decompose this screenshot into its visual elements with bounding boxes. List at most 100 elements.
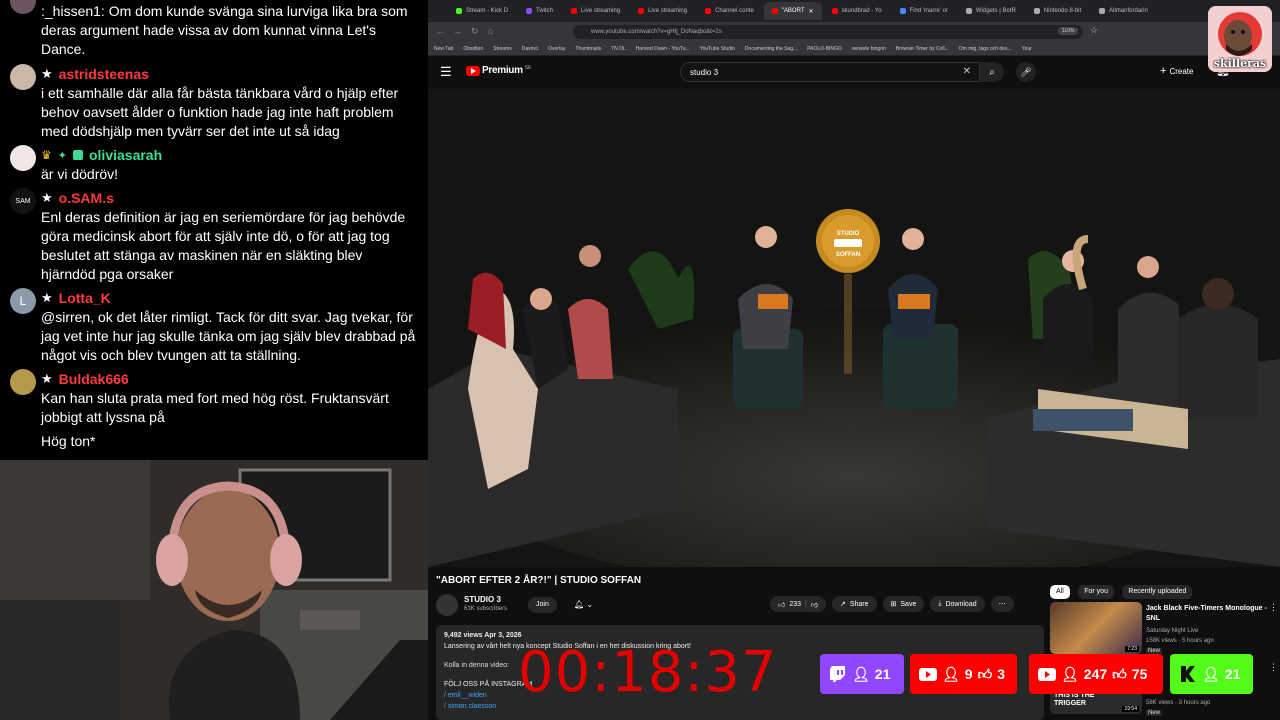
bookmark-item[interactable]: TN DL [611, 46, 625, 52]
channel-badge-name: skilleras [1213, 57, 1267, 70]
bookmark-item[interactable]: Browser Timer by Coll... [896, 46, 949, 52]
video-player[interactable]: STUDIO SOFFAN [428, 89, 1280, 567]
recommendation-item[interactable]: 7:23 Jack Black Five-Timers Monologue - … [1050, 602, 1278, 658]
subscribe-bell-button[interactable]: 🔔︎ ⌄ [566, 597, 601, 613]
webcam-feed [0, 460, 428, 720]
youtube-icon [638, 8, 645, 14]
chat-username[interactable]: o.SAM.s [59, 190, 114, 206]
bookmark-item[interactable]: senaste bingon [852, 46, 886, 52]
menu-icon[interactable]: ☰ [440, 64, 452, 80]
browser-tab-active[interactable]: "ABORT ✕ [763, 2, 822, 20]
bookmark-item[interactable]: Overlay [548, 46, 565, 52]
video-thumbnail: 7:23 [1050, 602, 1142, 654]
browser-tab[interactable]: Widgets | BotR [958, 2, 1024, 20]
youtube-logo[interactable]: Premium SE [466, 65, 531, 76]
browser-tab[interactable]: Channel conte [697, 2, 762, 20]
browser-tab[interactable]: skundbrad - Yo [824, 2, 890, 20]
chat-message-text: Kan han sluta prata med fort med hög rös… [41, 390, 389, 425]
more-icon: ⋯ [998, 601, 1006, 608]
bookmark-item[interactable]: Obsidian [463, 46, 483, 52]
chip-for-you[interactable]: For you [1078, 585, 1114, 599]
youtube-viewer-count: 👤︎ 9 👍︎ 3 [910, 654, 1017, 694]
home-icon[interactable]: ⌂ [488, 26, 493, 36]
browser-window: Stream - Kick D Twitch Live streaming Li… [428, 0, 1280, 720]
star-icon: ★ [41, 190, 53, 205]
browser-tab[interactable]: Find 'marre' or [892, 2, 956, 20]
chat-username[interactable]: Lotta_K [59, 290, 111, 306]
reload-icon[interactable]: ↻ [471, 26, 479, 37]
person-icon: 👤︎ [852, 665, 870, 682]
sparkle-icon: ✦ [57, 149, 67, 162]
studio-sign-top: STUDIO [837, 231, 860, 237]
join-button[interactable]: Join [528, 597, 557, 613]
person-icon: 👤︎ [942, 665, 960, 682]
more-vert-icon[interactable]: ⋮ [1269, 662, 1278, 673]
url-field[interactable]: www.youtube.com/watch?v=gHtj_DoNaqbo&t=2… [573, 25, 1083, 39]
chat-message: ★ astridsteenas i ett samhälle där alla f… [10, 64, 420, 141]
bookmark-item[interactable]: New Tab [434, 46, 453, 52]
share-button[interactable]: ↗ Share [831, 596, 877, 612]
twitch-viewer-count: 👤︎ 21 [820, 654, 904, 694]
youtube-icon [1038, 667, 1056, 681]
search-input[interactable]: studio 3 ✕ [680, 62, 980, 82]
save-icon: ⊞ [890, 601, 897, 608]
user-avatar [10, 369, 36, 395]
bookmark-item[interactable]: Thumbnails [575, 46, 601, 52]
bookmark-item[interactable]: Davinci [522, 46, 538, 52]
bookmark-item[interactable]: YouTube Studio [700, 46, 735, 52]
chat-message: ♛ ✦ oliviasarah är vi dödröv! [10, 145, 420, 184]
back-icon[interactable]: ← [436, 26, 445, 36]
video-frame: STUDIO SOFFAN [428, 89, 1280, 567]
user-avatar: L [10, 288, 36, 314]
webcam-scene [0, 460, 428, 720]
tab-bar: Stream - Kick D Twitch Live streaming Li… [428, 0, 1280, 22]
chat-message-text: :_hissen1: Om dom kunde svänga sina lurv… [41, 3, 408, 57]
save-button[interactable]: ⊞ Save [882, 596, 925, 612]
bookmark-item[interactable]: PAOLO-BINGO [807, 46, 842, 52]
zoom-badge[interactable]: 110% [1058, 27, 1079, 35]
forward-icon[interactable]: → [453, 26, 462, 36]
chat-message: L ★ Lotta_K @sirren, ok det låter rimligt… [10, 288, 420, 365]
browser-tab[interactable]: Twitch [518, 2, 561, 20]
more-actions-button[interactable]: ⋯ [990, 596, 1014, 612]
video-title: "ABORT EFTER 2 ÅR?!" | STUDIO SOFFAN [436, 575, 642, 586]
plus-icon: + [1160, 65, 1167, 77]
search-button[interactable]: ⌕ [980, 62, 1004, 82]
bookmark-item[interactable]: Om mig, tags och des... [959, 46, 1012, 52]
bookmark-item[interactable]: Streams [493, 46, 512, 52]
chat-username[interactable]: Buldak666 [59, 371, 129, 387]
clear-search-icon[interactable]: ✕ [963, 66, 971, 77]
bookmark-star-icon[interactable]: ☆ [1090, 25, 1098, 36]
youtube-icon [705, 8, 712, 14]
browser-tab[interactable]: Live streaming [630, 2, 695, 20]
recommendation-title: Jack Black Five-Timers Monologue - SNL [1146, 605, 1267, 622]
globe-icon [899, 8, 906, 14]
chat-username[interactable]: astridsteenas [59, 66, 149, 82]
chat-message: :_hissen1: Om dom kunde svänga sina lurv… [10, 0, 420, 59]
chip-recently-uploaded[interactable]: Recently uploaded [1122, 585, 1193, 599]
download-button[interactable]: ⤓ Download [930, 596, 985, 612]
browser-tab[interactable]: Nintendo 8-bit [1026, 2, 1089, 20]
browser-tab[interactable]: Allmanfordarin [1091, 2, 1156, 20]
microphone-icon[interactable]: 🎤︎ [1016, 62, 1036, 82]
channel-name[interactable]: STUDIO 3 [464, 595, 501, 604]
bookmark-item[interactable]: Documenting the Sag... [745, 46, 797, 52]
globe-icon [965, 8, 972, 14]
browser-tab[interactable]: Live streaming [563, 2, 628, 20]
filter-chips: All For you Recently uploaded [1050, 580, 1280, 599]
create-button[interactable]: + Create [1160, 65, 1193, 77]
browser-tab[interactable]: Stream - Kick D [448, 2, 516, 20]
recommendation-meta: 58K views · 3 hours ago [1146, 700, 1211, 706]
youtube-icon [571, 8, 578, 14]
channel-avatar[interactable] [436, 594, 458, 616]
user-avatar: SAM [10, 188, 36, 214]
close-icon[interactable]: ✕ [809, 8, 814, 15]
chat-username[interactable]: oliviasarah [89, 147, 162, 163]
twitch-icon [526, 8, 533, 14]
like-button[interactable]: 👍︎ 233 | 👎︎ [770, 596, 826, 612]
bookmark-item[interactable]: Your [1022, 46, 1032, 52]
more-vert-icon[interactable]: ⋮ [1269, 602, 1278, 613]
chip-all[interactable]: All [1050, 585, 1070, 599]
bookmark-item[interactable]: Harvest Dawn - YouTu... [636, 46, 690, 52]
thumbs-down-icon[interactable]: 👎︎ [811, 600, 818, 609]
